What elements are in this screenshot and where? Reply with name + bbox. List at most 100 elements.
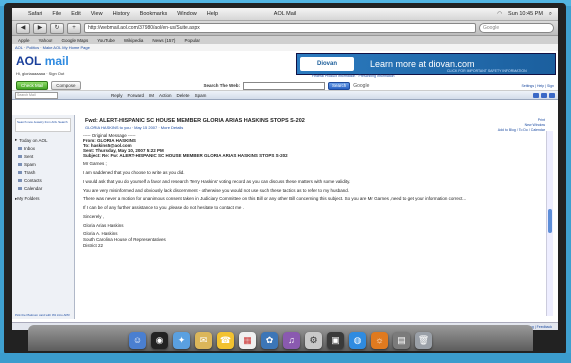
user-greeting[interactable]: Hi, gloriaaaaaaa · Sign Out xyxy=(16,71,64,76)
next-arrow-icon[interactable] xyxy=(541,92,547,98)
search-mail-input[interactable]: Search Mail xyxy=(15,91,58,99)
preferences-icon[interactable]: ⚙ xyxy=(305,332,322,349)
menu-safari[interactable]: Safari xyxy=(28,11,42,17)
forward-button[interactable]: Forward xyxy=(128,93,145,98)
photos-icon[interactable]: ✿ xyxy=(261,332,278,349)
music-icon[interactable]: ♫ xyxy=(283,332,300,349)
inbox-icon xyxy=(18,146,22,150)
today-on-aol[interactable]: ▸ Today on AOL xyxy=(12,135,74,143)
body-paragraph: Gloria Arias Haskins xyxy=(83,222,124,228)
body-paragraph: Sincerely , xyxy=(83,213,105,219)
address-bar[interactable]: http://webmail.aol.com/37980/aol/en-us/S… xyxy=(84,23,476,33)
wifi-icon[interactable]: ◠ xyxy=(497,11,502,18)
screen: Safari File Edit View History Bookmarks … xyxy=(12,8,558,330)
search-web-input[interactable] xyxy=(242,81,325,90)
google-search-field[interactable]: Google xyxy=(479,23,554,33)
search-web-label: Search The Web: xyxy=(203,83,240,88)
message-pane: Fwd: ALERT-HISPANIC SC HOUSE MEMBER GLOR… xyxy=(75,115,553,319)
folder-sent[interactable]: Sent xyxy=(12,151,74,159)
finder-icon[interactable]: ☺ xyxy=(129,332,146,349)
photo-frame: Safari File Edit View History Bookmarks … xyxy=(0,0,571,363)
message-scrollbar[interactable] xyxy=(546,131,553,316)
chat-icon[interactable]: ☎ xyxy=(217,332,234,349)
scrollbar-thumb[interactable] xyxy=(548,209,552,233)
settings-help-links[interactable]: Settings | Help | Sign xyxy=(521,84,554,88)
clock[interactable]: Sun 10:45 PM xyxy=(508,11,543,18)
calendar-icon[interactable]: ▦ xyxy=(239,332,256,349)
google-logo: Google xyxy=(353,82,370,89)
message-from[interactable]: GLORIA HASKINS to you · May 15 2007 · Mo… xyxy=(75,124,553,130)
chevron-right-icon: ▸ xyxy=(15,137,18,142)
sent-icon xyxy=(18,154,22,158)
mac-dock: ☺ ◉ ✦ ✉ ☎ ▦ ✿ ♫ ⚙ ▣ ◍ ☼ ▤ 🗑 xyxy=(28,325,533,351)
dashboard-icon[interactable]: ◉ xyxy=(151,332,168,349)
back-button[interactable]: ◀ xyxy=(16,22,30,34)
body-paragraph: You are very misinformed and obviously l… xyxy=(83,187,349,193)
trash-icon[interactable]: 🗑 xyxy=(415,332,432,349)
mail-icon[interactable]: ✉ xyxy=(195,332,212,349)
spotlight-icon[interactable]: ⌕ xyxy=(549,11,552,18)
aol-mail-logo[interactable]: AOL mail xyxy=(16,54,69,68)
folder-inbox[interactable]: Inbox xyxy=(12,143,74,151)
spam-button[interactable]: Spam xyxy=(195,93,207,98)
menu-edit[interactable]: Edit xyxy=(71,11,80,17)
folder-contacts[interactable]: Contacts xyxy=(12,175,74,183)
diovan-ad-banner[interactable]: Diovan Learn more at diovan.com CLICK FO… xyxy=(296,53,556,75)
delete-button[interactable]: Delete xyxy=(177,93,190,98)
menu-history[interactable]: History xyxy=(113,11,130,17)
menu-bookmarks[interactable]: Bookmarks xyxy=(140,11,168,17)
body-paragraph: If I can be of any further assistance to… xyxy=(83,205,244,211)
decorative-border-bottom xyxy=(0,353,571,363)
firefox-icon[interactable]: ☼ xyxy=(371,332,388,349)
header-line: Subject: Re: Fw: ALERT-HISPANIC SC HOUSE… xyxy=(83,153,288,158)
add-bookmark-button[interactable]: + xyxy=(67,22,81,34)
my-folders[interactable]: ▸My Folders xyxy=(12,191,74,202)
menu-view[interactable]: View xyxy=(91,11,103,17)
compose-button[interactable]: Compose xyxy=(51,81,81,90)
im-button[interactable]: IM xyxy=(149,93,154,98)
aol-header: AOL mail Hi, gloriaaaaaaa · Sign Out Dio… xyxy=(12,51,558,81)
reply-button[interactable]: Reply xyxy=(111,93,123,98)
browser-toolbar: ◀ ▶ ↻ + http://webmail.aol.com/37980/aol… xyxy=(12,21,558,36)
bookmark-item[interactable]: Yahoo! xyxy=(39,38,53,43)
bookmark-item[interactable]: Google Maps xyxy=(61,38,88,43)
menu-help[interactable]: Help xyxy=(207,11,218,17)
reload-button[interactable]: ↻ xyxy=(50,22,64,34)
aol-top-links[interactable]: AOL · Politics · Make AOL My Home Page xyxy=(12,44,558,51)
forward-button[interactable]: ▶ xyxy=(33,22,47,34)
body-paragraph: There was never a motion for unanimous c… xyxy=(83,196,467,202)
bookmark-item[interactable]: Wikipedia xyxy=(124,38,144,43)
search-button[interactable]: Search xyxy=(327,81,351,90)
card-ad[interactable]: Pick the Platinum card with 0% intro APR xyxy=(15,313,71,317)
bookmark-item[interactable]: YouTube xyxy=(97,38,115,43)
prev-arrow-icon[interactable] xyxy=(533,92,539,98)
safari-icon[interactable]: ✦ xyxy=(173,332,190,349)
ad-logo: Diovan xyxy=(300,57,354,71)
menu-file[interactable]: File xyxy=(52,11,61,17)
folder-trash[interactable]: Trash xyxy=(12,167,74,175)
terminal-icon[interactable]: ▣ xyxy=(327,332,344,349)
contacts-icon xyxy=(18,178,22,182)
ad-links[interactable]: Federal Product Information · Prescribin… xyxy=(312,74,394,78)
aol-mail-page: AOL · Politics · Make AOL My Home Page A… xyxy=(12,44,558,330)
calendar-icon xyxy=(18,186,22,190)
globe-icon[interactable]: ◍ xyxy=(349,332,366,349)
folder-calendar[interactable]: Calendar xyxy=(12,183,74,191)
bookmark-item[interactable]: News (157) xyxy=(152,38,175,43)
message-body: ----- Original Message ----- From: GLORI… xyxy=(83,133,523,251)
bookmark-item[interactable]: Apple xyxy=(18,38,30,43)
mail-navbar: Check Mail Compose Search The Web: Searc… xyxy=(12,81,558,91)
mail-toolbar: Search Mail Reply Forward IM Action Dele… xyxy=(12,91,558,100)
action-menu[interactable]: Action xyxy=(159,93,172,98)
close-icon[interactable] xyxy=(549,92,555,98)
trash-icon xyxy=(18,170,22,174)
documents-icon[interactable]: ▤ xyxy=(393,332,410,349)
bookmark-item[interactable]: Popular xyxy=(184,38,200,43)
folder-spam[interactable]: Spam xyxy=(12,159,74,167)
ad-text: Learn more at diovan.com xyxy=(370,59,475,69)
signature: Gloria A. Haskins South Carolina House o… xyxy=(83,231,166,248)
promo-link[interactable]: Search new Jewelry from AOL Search xyxy=(15,118,71,132)
menu-window[interactable]: Window xyxy=(177,11,197,17)
spam-icon xyxy=(18,162,22,166)
check-mail-button[interactable]: Check Mail xyxy=(16,81,49,90)
